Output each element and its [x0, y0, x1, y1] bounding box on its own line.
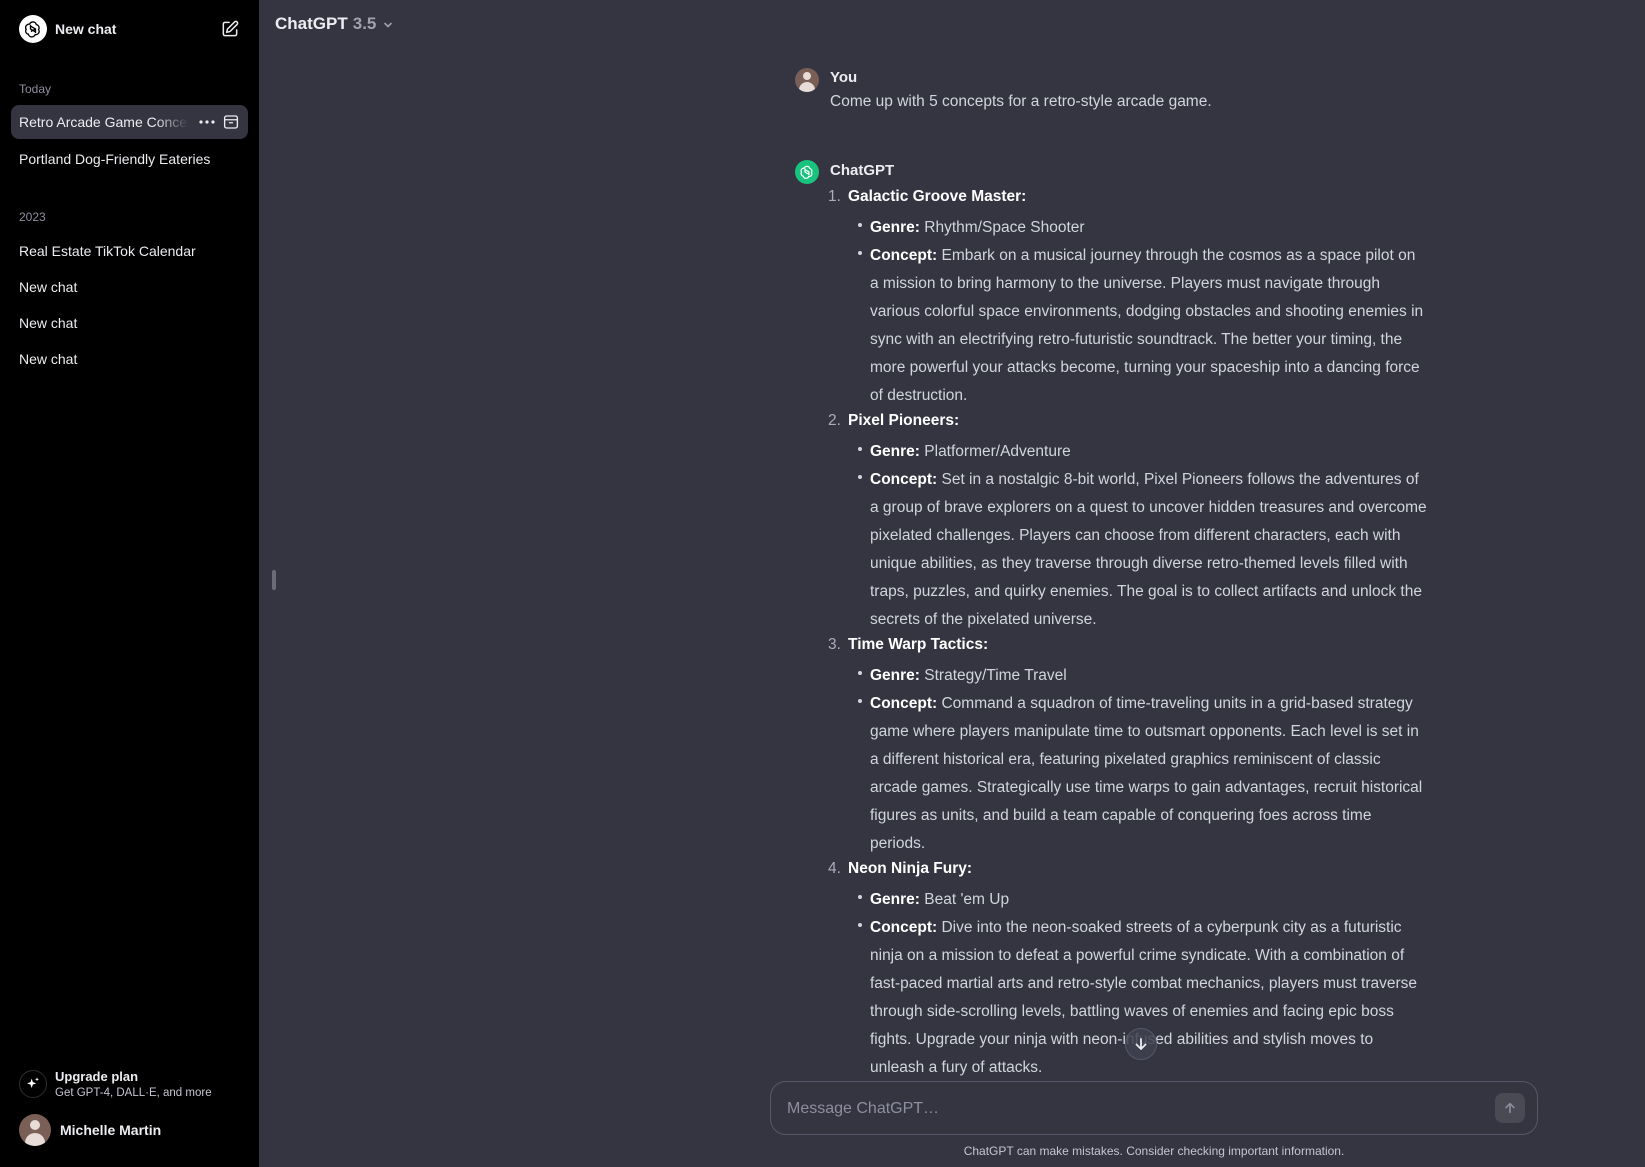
- item-title: Time Warp Tactics:: [848, 636, 989, 653]
- assistant-message-author: ChatGPT: [830, 162, 895, 179]
- sidebar-chat-item[interactable]: New chat: [11, 270, 248, 304]
- section-label-2023: 2023: [19, 210, 46, 224]
- chatgpt-avatar-icon: [795, 160, 819, 184]
- send-button[interactable]: [1495, 1093, 1525, 1123]
- archive-icon[interactable]: [222, 113, 240, 131]
- concept-bullet: Concept: Embark on a musical journey thr…: [828, 242, 1428, 410]
- sidebar-chat-item[interactable]: Portland Dog-Friendly Eateries: [11, 142, 248, 176]
- sidebar-chat-item[interactable]: New chat: [11, 342, 248, 376]
- new-chat-button[interactable]: New chat: [11, 10, 248, 48]
- genre-bullet: Genre: Rhythm/Space Shooter: [828, 214, 1428, 242]
- avatar: [19, 1114, 51, 1146]
- message-input[interactable]: [787, 1096, 1467, 1122]
- item-number: 3.: [828, 636, 841, 653]
- concept-item: 1. Galactic Groove Master: Genre: Rhythm…: [828, 186, 1428, 410]
- model-name: ChatGPT: [275, 14, 348, 33]
- disclaimer-text: ChatGPT can make mistakes. Consider chec…: [963, 1144, 1345, 1158]
- item-number: 1.: [828, 188, 841, 205]
- new-chat-label: New chat: [55, 21, 117, 37]
- user-menu-button[interactable]: Michelle Martin: [11, 1110, 248, 1150]
- sidebar-chat-item[interactable]: New chat: [11, 306, 248, 340]
- sidebar-chat-item[interactable]: Real Estate TikTok Calendar: [11, 234, 248, 268]
- chat-title: Portland Dog-Friendly Eateries: [19, 151, 211, 167]
- chat-title: New chat: [19, 351, 78, 367]
- chat-title: New chat: [19, 315, 78, 331]
- user-message-text: Come up with 5 concepts for a retro-styl…: [830, 93, 1212, 110]
- genre-bullet: Genre: Strategy/Time Travel: [828, 662, 1428, 690]
- genre-bullet: Genre: Beat 'em Up: [828, 886, 1428, 914]
- concept-item: 3. Time Warp Tactics: Genre: Strategy/Ti…: [828, 634, 1428, 858]
- concept-bullet: Concept: Set in a nostalgic 8-bit world,…: [828, 466, 1428, 634]
- chat-title: Retro Arcade Game Concepts: [19, 114, 189, 130]
- user-name: Michelle Martin: [60, 1122, 162, 1138]
- genre-bullet: Genre: Platformer/Adventure: [828, 438, 1428, 466]
- upgrade-subtitle: Get GPT-4, DALL·E, and more: [55, 1087, 212, 1099]
- message-composer: [770, 1081, 1538, 1135]
- item-title: Neon Ninja Fury:: [848, 860, 973, 877]
- chat-title: Real Estate TikTok Calendar: [19, 243, 196, 259]
- ellipsis-icon[interactable]: [198, 113, 216, 131]
- arrow-up-icon: [1505, 1102, 1515, 1114]
- sidebar-resize-handle[interactable]: [272, 570, 276, 590]
- arrow-down-icon: [1135, 1038, 1147, 1050]
- assistant-message-body: 1. Galactic Groove Master: Genre: Rhythm…: [828, 186, 1428, 1082]
- item-number: 2.: [828, 412, 841, 429]
- item-title: Galactic Groove Master:: [848, 188, 1027, 205]
- edit-icon[interactable]: [220, 19, 240, 39]
- chat-main: ChatGPT 3.5 You Come up with 5 concepts …: [259, 0, 1645, 1167]
- sidebar-chat-item[interactable]: Retro Arcade Game Concepts: [11, 105, 248, 139]
- item-number: 4.: [828, 860, 841, 877]
- model-version: 3.5: [352, 14, 377, 33]
- scroll-to-bottom-button[interactable]: [1125, 1028, 1157, 1060]
- item-title: Pixel Pioneers:: [848, 412, 960, 429]
- concept-bullet: Concept: Command a squadron of time-trav…: [828, 690, 1428, 858]
- chevron-down-icon: [382, 18, 394, 30]
- upgrade-title: Upgrade plan: [55, 1069, 139, 1084]
- openai-logo-icon: [19, 15, 47, 43]
- concept-item: 2. Pixel Pioneers: Genre: Platformer/Adv…: [828, 410, 1428, 634]
- sidebar: New chat Today Retro Arcade Game Concept…: [0, 0, 259, 1167]
- sparkle-icon: [19, 1070, 47, 1098]
- chat-title: New chat: [19, 279, 78, 295]
- section-label-today: Today: [19, 82, 52, 96]
- upgrade-plan-button[interactable]: Upgrade plan Get GPT-4, DALL·E, and more: [11, 1063, 248, 1105]
- model-selector[interactable]: ChatGPT 3.5: [267, 10, 402, 38]
- concept-bullet: Concept: Dive into the neon-soaked stree…: [828, 914, 1428, 1082]
- user-message-author: You: [830, 69, 858, 86]
- user-avatar: [795, 68, 819, 92]
